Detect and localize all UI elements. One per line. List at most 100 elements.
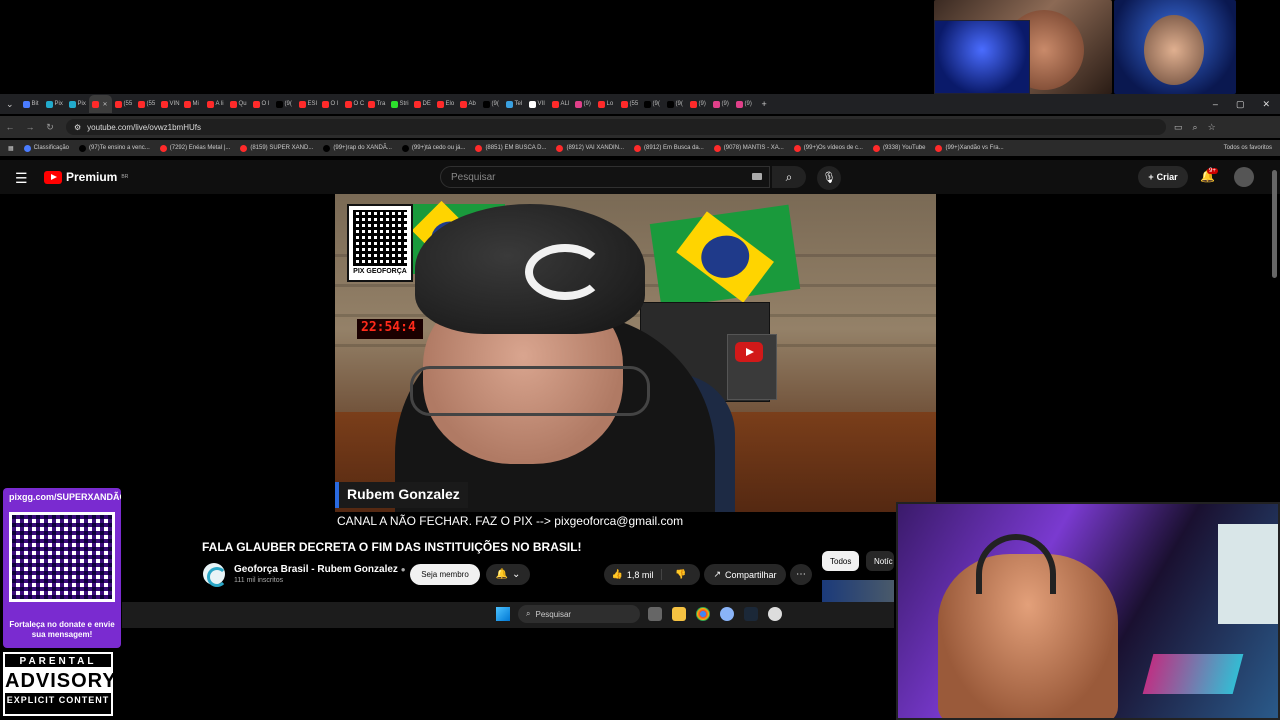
subscribe-bell-button[interactable]: 🔔 ⌄	[486, 564, 530, 585]
browser-tab[interactable]: A li	[204, 95, 227, 113]
bookmark-item[interactable]: (99+)tá cedo ou já...	[401, 144, 465, 152]
browser-tab[interactable]: Elo	[434, 95, 457, 113]
forward-icon[interactable]: →	[20, 122, 40, 132]
browser-tab[interactable]: (9)	[710, 95, 733, 113]
join-button[interactable]: Seja membro	[410, 564, 480, 585]
obs-icon[interactable]	[768, 607, 782, 621]
bookmark-item[interactable]: (97)Te ensino a venc...	[79, 144, 150, 152]
browser-tab[interactable]: ALI	[549, 95, 572, 113]
donate-panel: pixgg.com/SUPERXANDÃO Fortaleça no donat…	[3, 488, 121, 648]
file-explorer-icon[interactable]	[672, 607, 686, 621]
bookmark-item[interactable]: (8159) SUPER XAND...	[240, 144, 313, 152]
bookmark-item[interactable]: (8912) Em Busca da...	[634, 144, 704, 152]
mic-icon[interactable]: 🎙	[817, 166, 841, 190]
browser-tab[interactable]: Lo	[595, 95, 618, 113]
browser-tab[interactable]: (9)	[733, 95, 756, 113]
browser-tab[interactable]: Pix	[66, 95, 89, 113]
bookmark-label: (8851) EM BUSCA D...	[485, 145, 547, 151]
bookmark-item[interactable]: (99+)rap do XANDÃ...	[323, 144, 392, 152]
close-tab-icon[interactable]: ✕	[103, 101, 108, 108]
zoom-icon[interactable]: ⌕	[1193, 122, 1198, 133]
avatar[interactable]	[1234, 167, 1254, 187]
browser-tab[interactable]: Bit	[20, 95, 43, 113]
bookmark-favicon-icon	[240, 144, 248, 152]
tab-label: ESI	[307, 101, 318, 107]
taskbar-search[interactable]: ⌕ Pesquisar	[518, 605, 640, 623]
browser-tab[interactable]: O C	[342, 95, 365, 113]
bookmark-star-icon[interactable]: ☆	[1208, 122, 1216, 133]
create-button[interactable]: + Criar	[1138, 166, 1188, 188]
channel-name[interactable]: Geoforça Brasil - Rubem Gonzalez ●	[234, 564, 406, 575]
bookmark-label: (9078) MANTIS - XA...	[723, 145, 784, 151]
browser-tab[interactable]: (55	[112, 95, 135, 113]
browser-tab[interactable]: Pix	[43, 95, 66, 113]
more-actions-icon[interactable]: ⋯	[790, 564, 812, 585]
reload-icon[interactable]: ↻	[40, 122, 60, 133]
task-view-icon[interactable]	[648, 607, 662, 621]
windows-start-icon[interactable]	[496, 607, 510, 621]
bookmark-item[interactable]: (8851) EM BUSCA D...	[475, 144, 547, 152]
dislike-button[interactable]: 👎	[662, 569, 700, 580]
like-button[interactable]: 👍 1,8 mil	[604, 569, 662, 580]
chrome-icon[interactable]	[696, 607, 710, 621]
bookmark-favicon-icon	[475, 144, 483, 152]
video-player[interactable]: 22:54:4 PIX GEOFORÇA Rubem Gonzalez CANA…	[335, 194, 936, 532]
settings-icon[interactable]	[720, 607, 734, 621]
keyboard-icon[interactable]	[752, 173, 762, 180]
browser-tab[interactable]: (9)	[687, 95, 710, 113]
browser-tab[interactable]: Qu	[227, 95, 250, 113]
bookmark-item[interactable]: (99+)Os vídeos de c...	[793, 144, 863, 152]
browser-tab[interactable]: (9(	[641, 95, 664, 113]
close-window-icon[interactable]: ✕	[1262, 99, 1270, 110]
menu-icon[interactable]: ☰	[15, 170, 28, 187]
browser-tab[interactable]: (55	[135, 95, 158, 113]
cast-icon[interactable]: ▭	[1174, 122, 1183, 133]
browser-tab[interactable]: Stri	[388, 95, 411, 113]
browser-tab[interactable]: ESI	[296, 95, 319, 113]
bookmark-item[interactable]: (9338) YouTube	[872, 144, 925, 152]
bookmark-item[interactable]: Classificação	[23, 144, 69, 152]
browser-tab[interactable]: (9)	[572, 95, 595, 113]
back-icon[interactable]: ←	[0, 122, 20, 132]
site-info-icon[interactable]: ⚙	[74, 123, 81, 132]
search-input[interactable]: Pesquisar	[440, 166, 770, 188]
youtube-logo[interactable]: Premium BR	[44, 170, 128, 184]
bookmark-item[interactable]: (7292) Enéas Metal |...	[159, 144, 230, 152]
bookmark-label: (97)Te ensino a venc...	[89, 145, 150, 151]
tab-favicon-icon	[689, 100, 697, 108]
browser-tab[interactable]: ✕	[88, 95, 112, 113]
browser-tab[interactable]: VIN	[158, 95, 181, 113]
chip-all[interactable]: Todos	[822, 551, 860, 571]
url-bar[interactable]: ⚙ youtube.com/live/ovwz1bmHUfs	[66, 119, 1166, 135]
maximize-icon[interactable]: ▢	[1236, 99, 1245, 110]
recommended-thumbnail[interactable]	[822, 580, 894, 602]
browser-tab[interactable]: (9(	[273, 95, 296, 113]
browser-tab[interactable]: O I	[250, 95, 273, 113]
channel-avatar[interactable]	[203, 563, 227, 587]
bookmark-item[interactable]: (8912) VAI XANDIN...	[556, 144, 624, 152]
all-bookmarks-link[interactable]: Todos os favoritos	[1224, 145, 1280, 151]
browser-tab[interactable]: Tra	[365, 95, 388, 113]
minimize-icon[interactable]: –	[1213, 99, 1218, 109]
browser-tab-bar: ⌄ Bit Pix Pix ✕ (55 (55 VIN Mi A li Qu O I (9(ESI O …	[0, 94, 1280, 114]
browser-tab[interactable]: (9(	[664, 95, 687, 113]
tab-search-icon[interactable]: ⌄	[0, 99, 20, 110]
search-button[interactable]: ⌕	[772, 166, 806, 188]
tab-favicon-icon	[597, 100, 605, 108]
browser-tab[interactable]: O I	[319, 95, 342, 113]
browser-tab[interactable]: (9(	[480, 95, 503, 113]
apps-icon[interactable]: ▦	[8, 145, 14, 152]
browser-tab[interactable]: (55	[618, 95, 641, 113]
browser-tab[interactable]: Mi	[181, 95, 204, 113]
browser-tab[interactable]: Tel	[503, 95, 526, 113]
share-button[interactable]: ↗ Compartilhar	[704, 564, 786, 585]
bookmark-item[interactable]: (99+)Xandão vs Fra...	[935, 144, 1004, 152]
browser-tab[interactable]: DE	[411, 95, 434, 113]
chip-news[interactable]: Notíc	[866, 551, 894, 571]
new-tab-button[interactable]: +	[756, 99, 773, 109]
scrollbar[interactable]	[1272, 170, 1277, 278]
browser-tab[interactable]: Ab	[457, 95, 480, 113]
browser-tab[interactable]: VII	[526, 95, 549, 113]
steam-icon[interactable]	[744, 607, 758, 621]
bookmark-item[interactable]: (9078) MANTIS - XA...	[713, 144, 784, 152]
